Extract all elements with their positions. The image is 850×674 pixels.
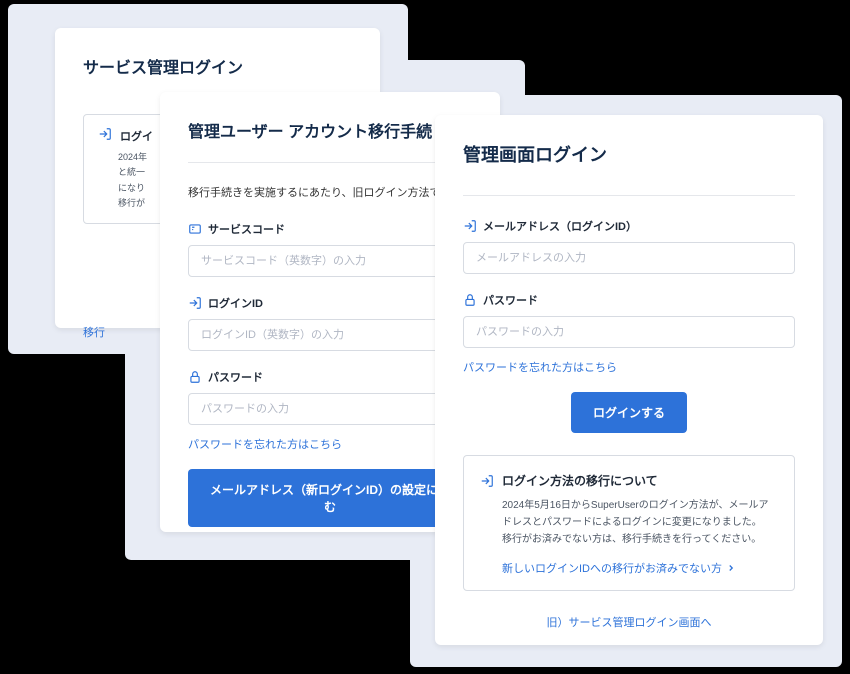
card-subtitle: 移行手続きを実施するにあたり、旧ログイン方法で <box>188 185 472 203</box>
card-title: 管理ユーザー アカウント移行手続 <box>188 118 472 142</box>
divider <box>463 195 795 196</box>
arrow-login-icon <box>480 474 494 488</box>
login-id-label: ログインID <box>208 295 263 311</box>
card-title: 管理画面ログイン <box>463 141 795 167</box>
admin-login-card: 管理画面ログイン メールアドレス（ログインID） パスワード パスワードを忘れた… <box>435 115 823 645</box>
forgot-password-link[interactable]: パスワードを忘れた方はこちら <box>463 359 617 375</box>
proceed-button[interactable]: メールアドレス（新ログインID）の設定に進む <box>188 469 472 527</box>
password-input[interactable] <box>463 316 795 348</box>
login-id-input[interactable] <box>188 319 472 351</box>
lock-icon <box>463 293 477 307</box>
migration-notice-box: ログイン方法の移行について 2024年5月16日からSuperUserのログイン… <box>463 455 795 591</box>
arrow-login-icon <box>98 127 112 144</box>
migration-link[interactable]: 新しいログインIDへの移行がお済みでない方 <box>480 560 778 576</box>
service-code-icon <box>188 222 202 236</box>
login-button[interactable]: ログインする <box>571 392 687 433</box>
old-login-link[interactable]: 旧）サービス管理ログイン画面へ <box>547 614 712 630</box>
login-id-icon <box>463 219 477 233</box>
divider <box>188 162 472 163</box>
password-input[interactable] <box>188 393 472 425</box>
card-title: サービス管理ログイン <box>83 54 352 78</box>
login-id-icon <box>188 296 202 310</box>
email-label: メールアドレス（ログインID） <box>483 218 637 234</box>
email-input[interactable] <box>463 242 795 274</box>
password-label: パスワード <box>208 369 263 385</box>
notice-body: 2024年5月16日からSuperUserのログイン方法が、メールアドレスとパス… <box>480 497 778 548</box>
notice-title: ログイン方法の移行について <box>502 472 658 489</box>
chevron-right-icon <box>726 563 736 573</box>
password-label: パスワード <box>483 292 538 308</box>
lock-icon <box>188 370 202 384</box>
forgot-password-link[interactable]: パスワードを忘れた方はこちら <box>188 436 342 452</box>
notice-title: ログイ <box>120 128 153 144</box>
service-code-label: サービスコード <box>208 221 285 237</box>
service-code-input[interactable] <box>188 245 472 277</box>
